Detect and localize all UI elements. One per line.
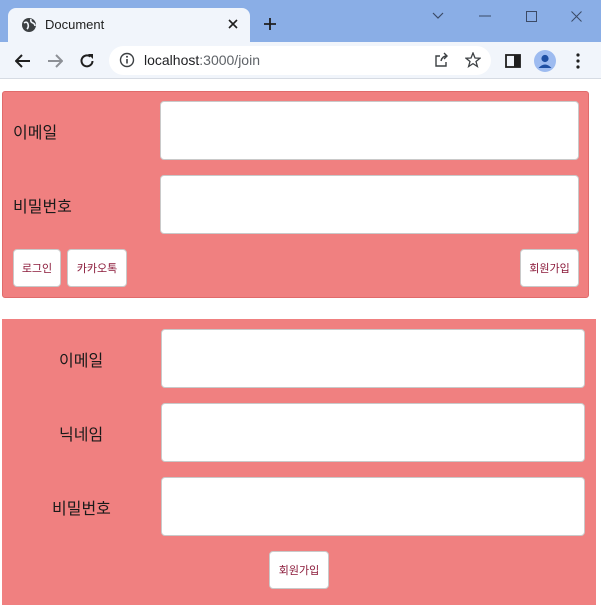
join-nickname-label: 닉네임 <box>59 425 104 444</box>
share-icon[interactable] <box>433 51 451 69</box>
login-password-label: 비밀번호 <box>13 197 72 216</box>
reload-icon[interactable] <box>76 50 98 72</box>
browser-tab[interactable]: Document <box>8 8 250 42</box>
join-form: 이메일 닉네임 비밀번호 회원가입 <box>2 319 596 605</box>
side-panel-icon[interactable] <box>502 50 524 72</box>
minimize-icon[interactable] <box>473 6 497 26</box>
star-icon[interactable] <box>464 51 482 69</box>
join-password-input[interactable] <box>161 477 585 536</box>
join-submit-button[interactable]: 회원가입 <box>269 551 329 589</box>
window-close-icon[interactable] <box>564 6 588 26</box>
login-email-label: 이메일 <box>13 123 58 142</box>
signup-button[interactable]: 회원가입 <box>520 249 579 287</box>
url-host: localhost <box>144 52 200 68</box>
tab-title: Document <box>45 17 105 32</box>
close-icon[interactable] <box>224 15 242 33</box>
url-path: :3000/join <box>199 52 260 68</box>
login-password-input[interactable] <box>160 175 579 234</box>
join-email-label: 이메일 <box>59 351 104 370</box>
back-arrow-icon[interactable] <box>12 50 34 72</box>
kebab-menu-icon[interactable] <box>567 50 589 72</box>
info-icon[interactable] <box>119 52 135 68</box>
url-text: localhost:3000/join <box>144 52 260 68</box>
browser-toolbar: localhost:3000/join <box>0 42 601 79</box>
profile-avatar-icon[interactable] <box>534 50 556 72</box>
chevron-down-icon[interactable] <box>426 6 450 26</box>
login-email-input[interactable] <box>160 101 579 160</box>
forward-arrow-icon[interactable] <box>44 50 66 72</box>
login-button[interactable]: 로그인 <box>13 249 61 287</box>
kakao-login-button[interactable]: 카카오톡 <box>67 249 127 287</box>
join-nickname-input[interactable] <box>161 403 585 462</box>
globe-icon <box>21 17 37 33</box>
browser-titlebar: Document <box>0 0 601 42</box>
join-email-input[interactable] <box>161 329 585 388</box>
maximize-icon[interactable] <box>519 6 543 26</box>
address-bar[interactable]: localhost:3000/join <box>109 46 491 75</box>
new-tab-icon[interactable] <box>260 14 280 34</box>
join-password-label: 비밀번호 <box>52 499 111 518</box>
login-form: 이메일 비밀번호 로그인 카카오톡 회원가입 <box>2 91 589 298</box>
